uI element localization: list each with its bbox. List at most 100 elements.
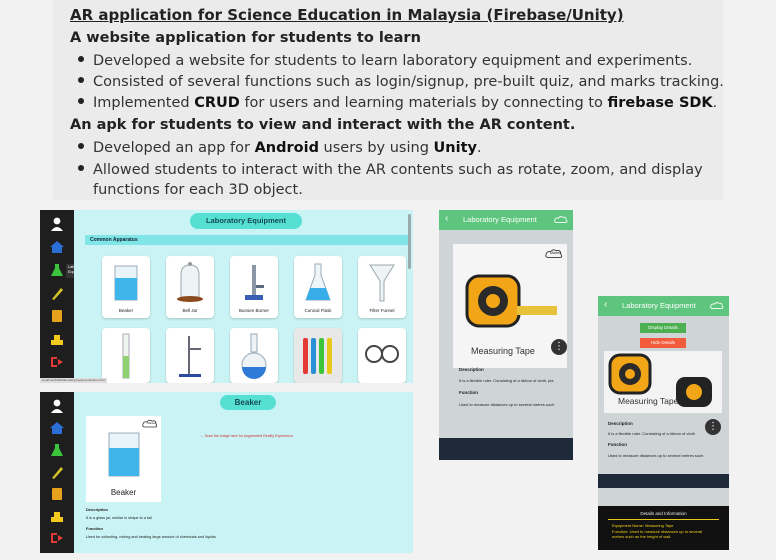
more-options-button[interactable]: ⋮ [551, 339, 567, 355]
apk-subheading: An apk for students to view and interact… [70, 117, 576, 133]
card-label: Measuring Tape [618, 396, 679, 406]
web-subheading: A website application for students to le… [70, 30, 421, 46]
tile-filter-funnel[interactable]: Filter Funnel [358, 256, 406, 318]
retort-stand-image [179, 336, 201, 377]
function-heading: Function [86, 526, 103, 531]
web-equipment-screenshot: Laboratory Equipment Laboratory Equipmen… [40, 210, 413, 383]
user-icon[interactable] [49, 217, 65, 231]
divider [608, 519, 719, 520]
conical-flask-image [305, 263, 331, 301]
bullet-apk-2: Allowed students to interact with the AR… [78, 162, 703, 178]
bullet-web-2: Consisted of several functions such as l… [78, 74, 724, 90]
tile-label: Filter Funnel [369, 308, 395, 313]
taskbar [598, 474, 729, 488]
marker-card-label: Beaker [110, 488, 137, 497]
goggles-image [365, 345, 399, 363]
marker-label: Marker [147, 421, 156, 425]
description-text: It is a flexible ruler. Consisting of a … [459, 378, 554, 383]
description-text: It is a flexible ruler. Consisting of a … [608, 431, 695, 436]
function-text: Used to measure distances up to several … [459, 402, 555, 407]
user-icon[interactable] [49, 399, 65, 413]
description-heading: Description [459, 367, 484, 372]
description-text: It is a glass jar, similar in shape to a… [86, 516, 152, 520]
details-function: Function: Used to measure distances up t… [612, 529, 703, 539]
details-title: Details and Information [640, 511, 687, 516]
cloud-icon [710, 302, 724, 309]
section-header: Common Apparatus [85, 235, 409, 245]
measuring-tape-3d-model [465, 274, 557, 328]
tile-label: Bunsen Burner [238, 308, 270, 313]
detail-panel: Beaker Marker Beaker ← Scan the image he… [74, 392, 413, 553]
tile-conical-flask[interactable]: Conical Flask [294, 256, 342, 318]
logout-icon[interactable] [49, 355, 65, 369]
tile-bunsen-burner[interactable]: Bunsen Burner [230, 256, 278, 318]
phone-ar-details: ‹ Laboratory Equipment Display Details H… [598, 296, 729, 550]
cylinder-image [122, 333, 130, 379]
tile-label: Bell Jar [182, 308, 198, 313]
display-details-button[interactable]: Display Details [640, 323, 686, 333]
tile-measuring-cylinder[interactable] [102, 328, 150, 383]
details-panel: Details and Information Equipment Name: … [598, 506, 729, 550]
bullet-apk-1: Developed an app for Android users by us… [78, 140, 482, 156]
marker-label: Marker [550, 251, 561, 255]
hide-details-button[interactable]: Hide Details [640, 338, 686, 348]
pipette-icon[interactable] [49, 465, 65, 479]
bullet-web-1: Developed a website for students to lear… [78, 53, 692, 69]
beaker-image [114, 265, 138, 301]
app-title: Laboratory Equipment [463, 215, 537, 224]
bullet-web-3: Implemented CRUD for users and learning … [78, 95, 717, 111]
details-name: Equipment Name: Measuring Tape [612, 523, 674, 528]
logout-icon[interactable] [49, 531, 65, 545]
bullet-apk-2-cont: functions for each 3D object. [93, 182, 303, 198]
tile-beaker[interactable]: Beaker [102, 256, 150, 318]
test-tubes-image [303, 338, 332, 374]
marker-card: Marker Measuring Tape [453, 244, 567, 368]
podium-icon[interactable] [49, 332, 65, 346]
description-heading: Description [608, 421, 633, 426]
card-label: Measuring Tape [471, 346, 535, 356]
back-icon[interactable]: ‹ [604, 299, 607, 310]
resume-text-card: AR application for Science Education in … [53, 0, 724, 200]
sidebar [40, 392, 74, 553]
page-title-pill: Laboratory Equipment [190, 213, 302, 229]
tile-label: Conical Flask [304, 308, 332, 313]
marker-card: Measuring Tape [604, 351, 722, 413]
bell-jar-image [177, 262, 203, 302]
taskbar [439, 438, 573, 460]
scrollbar[interactable] [408, 214, 411, 269]
sidebar [40, 210, 74, 383]
tile-label: Beaker [118, 308, 134, 313]
function-heading: Function [608, 442, 627, 447]
back-icon[interactable]: ‹ [445, 213, 448, 224]
more-options-button[interactable]: ⋮ [705, 419, 721, 435]
beaker-image [108, 432, 140, 477]
book-icon[interactable] [49, 309, 65, 323]
book-icon[interactable] [49, 487, 65, 501]
description-heading: Description [86, 507, 109, 512]
filter-funnel-image [369, 264, 395, 302]
tile-goggles[interactable] [358, 328, 406, 383]
equipment-panel: Laboratory Equipment Common Apparatus Be… [74, 210, 413, 383]
status-url: localhost:5000/laboratory/equipment/inde… [40, 378, 107, 383]
round-flask-image [241, 333, 267, 379]
flask-icon[interactable] [49, 263, 65, 277]
app-header: ‹ Laboratory Equipment [439, 210, 573, 230]
tile-retort-stand[interactable] [166, 328, 214, 383]
home-icon[interactable] [49, 421, 65, 435]
pipette-icon[interactable] [49, 286, 65, 300]
function-text: Used to measure distances up to several … [608, 453, 704, 458]
tile-bell-jar[interactable]: Bell Jar [166, 256, 214, 318]
tile-test-tubes[interactable] [294, 328, 342, 383]
function-text: Used for collecting, mixing and heating … [86, 535, 216, 539]
bunsen-burner-image [245, 265, 264, 300]
tile-round-flask[interactable] [230, 328, 278, 383]
home-icon[interactable] [49, 240, 65, 254]
project-title: AR application for Science Education in … [70, 6, 624, 24]
web-beaker-screenshot: Beaker Marker Beaker ← Scan the image he… [40, 392, 413, 553]
scan-hint: ← Scan the image here for Augmented Real… [200, 434, 294, 438]
cloud-icon [554, 216, 568, 223]
podium-icon[interactable] [49, 509, 65, 523]
app-header: ‹ Laboratory Equipment [598, 296, 729, 316]
flask-icon[interactable] [49, 443, 65, 457]
marker-card: Marker Beaker [86, 416, 161, 502]
